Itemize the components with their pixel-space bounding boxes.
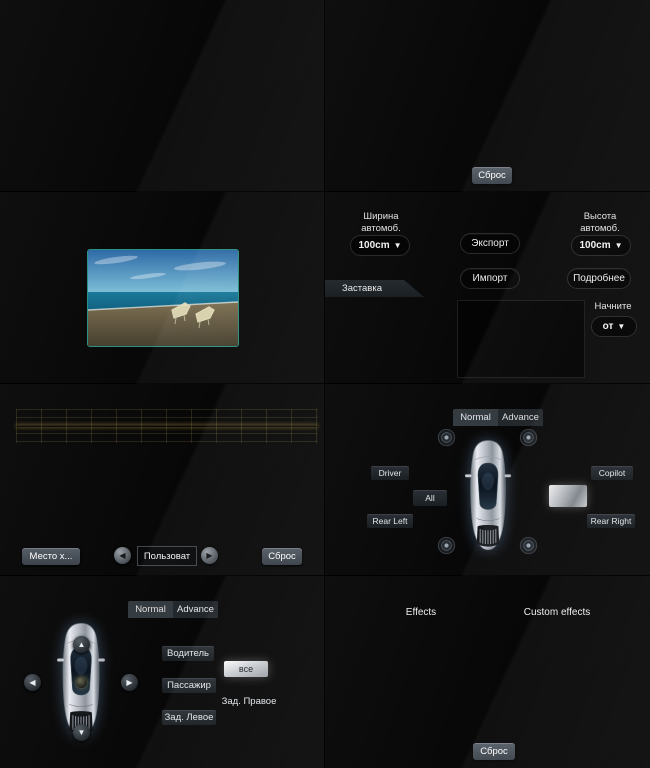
panel-dsp-menu: [0, 0, 325, 192]
status-bar: [325, 384, 650, 405]
custom-effects-header: Custom effects: [505, 607, 609, 618]
copilot-button[interactable]: Copilot: [591, 466, 633, 480]
panel-balance-advance: Normal Advance Driver Copilot All Rear L…: [325, 384, 650, 576]
panel-settings: Ширина автомоб. Высота автомоб. 100cm▼ 1…: [325, 192, 650, 384]
tab-normal[interactable]: Normal: [128, 601, 173, 618]
status-bar: [0, 192, 325, 213]
eq-prev-button[interactable]: ◀: [114, 547, 131, 564]
status-bar: [0, 384, 325, 405]
panel-balance-normal: Normal Advance ▲ ▼ ◀ ▶ Водитель Пассажир…: [0, 576, 325, 768]
more-button[interactable]: Подробнее: [567, 268, 631, 289]
status-bar: [325, 576, 650, 597]
tab-normal[interactable]: Normal: [453, 409, 498, 426]
car-height-label: Высота автомоб.: [565, 211, 635, 236]
rear-right-button[interactable]: Rear Right: [587, 514, 635, 528]
rear-left-button[interactable]: Rear Left: [367, 514, 413, 528]
driver-button[interactable]: Водитель: [162, 646, 214, 661]
screens-grid: Сброс Ширина автомоб. Высота автом: [0, 0, 650, 768]
eq-preset-field[interactable]: Пользоват: [137, 546, 197, 566]
mixer-channels: [325, 22, 650, 166]
status-bar: [325, 192, 650, 213]
panel-mixer: Сброс: [325, 0, 650, 192]
panel-sound-field: [0, 192, 325, 384]
panel-effects: Effects Custom effects Сброс: [325, 576, 650, 768]
effects-header: Effects: [381, 607, 461, 618]
spectrum-preview: [457, 300, 585, 378]
balance-position-knob[interactable]: [76, 677, 87, 688]
start-from-label: Начните: [588, 301, 638, 313]
rear-left-button[interactable]: Зад. Левое: [162, 710, 216, 725]
dsp-menu-grid: [12, 24, 313, 186]
tab-advance[interactable]: Advance: [498, 409, 543, 426]
fader-down-button[interactable]: ▼: [73, 724, 90, 741]
tab-screensaver[interactable]: Заставка: [325, 280, 424, 297]
tab-advance[interactable]: Advance: [173, 601, 218, 618]
driver-button[interactable]: Driver: [371, 466, 409, 480]
status-bar: [325, 0, 650, 21]
dropdown-arrow-icon: ▼: [394, 241, 402, 250]
all-button-selected[interactable]: все: [224, 661, 268, 677]
dropdown-arrow-icon: ▼: [615, 241, 623, 250]
all-button[interactable]: All: [413, 490, 447, 506]
eq-place-button[interactable]: Место х...: [22, 548, 80, 565]
car-height-dropdown[interactable]: 100cm▼: [571, 235, 631, 256]
front-right-speaker-icon: [517, 426, 540, 449]
balance-left-button[interactable]: ◀: [24, 674, 41, 691]
eq-next-button[interactable]: ▶: [201, 547, 218, 564]
screen-glare-highlight: [549, 485, 587, 507]
rear-left-speaker-icon: [435, 534, 458, 557]
eq-reset-button[interactable]: Сброс: [262, 548, 302, 565]
eq-zero-line: [16, 425, 318, 427]
status-bar: [0, 576, 325, 597]
fader-up-button[interactable]: ▲: [73, 636, 90, 653]
status-bar: [0, 0, 325, 21]
car-width-label: Ширина автомоб.: [343, 211, 419, 236]
beach-preview-image: [87, 249, 239, 347]
car-width-dropdown[interactable]: 100cm▼: [350, 235, 410, 256]
front-left-speaker-icon: [435, 426, 458, 449]
start-from-dropdown[interactable]: от▼: [591, 316, 637, 337]
balance-right-button[interactable]: ▶: [121, 674, 138, 691]
import-button[interactable]: Импорт: [460, 268, 520, 289]
rear-right-button[interactable]: Зад. Правое: [221, 694, 277, 708]
effects-reset-button[interactable]: Сброс: [473, 743, 515, 760]
export-button[interactable]: Экспорт: [460, 233, 520, 254]
rear-right-speaker-icon: [517, 534, 540, 557]
eq-curve-graph: [16, 409, 318, 443]
mixer-reset-button[interactable]: Сброс: [472, 167, 512, 184]
car-top-view: [462, 430, 514, 562]
dropdown-arrow-icon: ▼: [617, 322, 625, 331]
passenger-button[interactable]: Пассажир: [162, 678, 216, 693]
panel-eq: Место х... ◀ Пользоват ▶ Сброс: [0, 384, 325, 576]
